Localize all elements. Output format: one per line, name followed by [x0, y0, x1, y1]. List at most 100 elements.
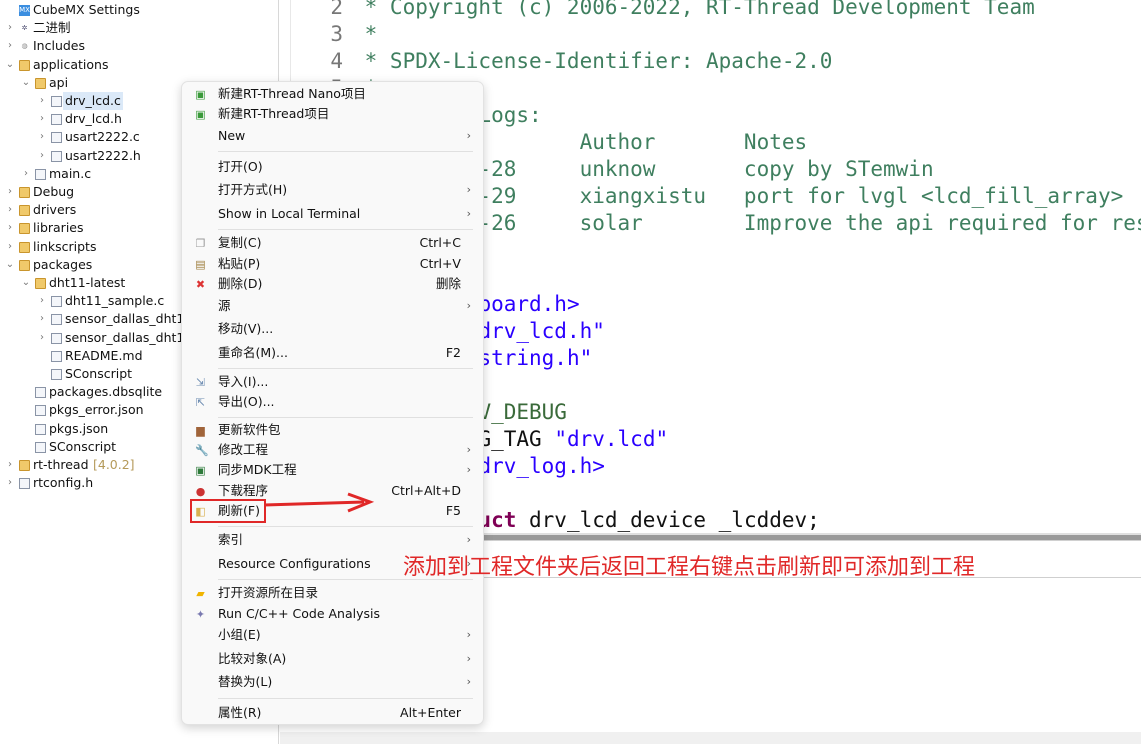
tree-item-label: usart2222.h	[65, 147, 141, 163]
folder-icon	[19, 59, 30, 71]
chevron-right-icon[interactable]: ›	[5, 219, 15, 237]
menu-item-label: 导入(I)...	[218, 374, 269, 389]
horizontal-scrollbar[interactable]	[280, 732, 1141, 744]
menu-item[interactable]: New ›	[182, 126, 483, 146]
folder-icon	[19, 241, 30, 253]
menu-item[interactable]: ▣ 新建RT-Thread Nano项目	[182, 84, 483, 104]
tree-item[interactable]: ⌄ applications	[0, 56, 278, 74]
line-number: 4	[330, 49, 343, 73]
menu-item[interactable]: 属性(R) Alt+Enter	[182, 703, 483, 723]
chevron-down-icon[interactable]: ⌄	[5, 56, 15, 74]
chevron-right-icon[interactable]: ›	[5, 19, 15, 37]
tree-item-label: pkgs.json	[49, 420, 109, 436]
menu-item[interactable]: 打开(O)	[182, 157, 483, 177]
version-decoration: [4.0.2]	[93, 457, 135, 472]
menu-item-label: 替换为(L)	[218, 674, 273, 689]
menu-item-label: 打开(O)	[218, 159, 263, 174]
chevron-down-icon[interactable]: ⌄	[21, 274, 31, 292]
tree-item[interactable]: MX CubeMX Settings	[0, 1, 278, 19]
c-file-icon	[51, 314, 62, 326]
menu-item[interactable]: 移动(V)...	[182, 319, 483, 339]
chevron-right-icon[interactable]: ›	[5, 37, 15, 55]
arrow-annotation	[264, 492, 375, 513]
chevron-right-icon[interactable]: ›	[37, 92, 47, 110]
submenu-arrow-icon: ›	[466, 129, 471, 142]
code-token: "drv.lcd"	[554, 427, 669, 451]
chevron-down-icon[interactable]: ⌄	[21, 74, 31, 92]
tree-item-label: drivers	[33, 202, 77, 218]
menu-item[interactable]: ⇲ 导入(I)...	[182, 372, 483, 392]
chevron-right-icon[interactable]: ›	[5, 183, 15, 201]
c-file-icon	[51, 296, 62, 308]
menu-item[interactable]: ▣ 新建RT-Thread项目	[182, 104, 483, 124]
menu-item-label: 修改工程	[218, 442, 269, 457]
code-token: *	[352, 22, 378, 46]
chevron-right-icon[interactable]: ›	[5, 238, 15, 256]
code-text: *	[352, 21, 378, 48]
tree-item-label: dht11_sample.c	[65, 293, 165, 309]
delete-icon: ✖	[195, 278, 206, 291]
tree-item-label: README.md	[65, 347, 143, 363]
chevron-right-icon[interactable]: ›	[5, 201, 15, 219]
menu-item[interactable]: 替换为(L) ›	[182, 672, 483, 692]
chevron-right-icon[interactable]: ›	[37, 329, 47, 347]
file-icon	[35, 387, 46, 399]
chevron-down-icon[interactable]: ⌄	[5, 256, 15, 274]
menu-item[interactable]: 打开方式(H) ›	[182, 180, 483, 200]
folder-icon	[19, 205, 30, 217]
chevron-right-icon[interactable]: ›	[37, 292, 47, 310]
chevron-right-icon[interactable]: ›	[5, 474, 15, 492]
menu-item[interactable]: 小组(E) ›	[182, 625, 483, 645]
tree-item-label: Debug	[33, 184, 75, 199]
menu-item-label: Run C/C++ Code Analysis	[218, 606, 381, 621]
tree-item-label: 二进制	[33, 20, 71, 36]
menu-item-label: 小组(E)	[218, 627, 261, 642]
tree-item-label: main.c	[49, 165, 92, 181]
folder-icon	[19, 259, 30, 271]
menu-separator	[218, 698, 473, 699]
code-token: * Copyright (c) 2006-2022, RT-Thread Dev…	[352, 0, 1035, 19]
menu-item[interactable]: ⇱ 导出(O)...	[182, 392, 483, 412]
menu-item[interactable]: ▰ 打开资源所在目录	[182, 583, 483, 603]
cubemx-icon: MX	[19, 5, 30, 16]
tree-item-label: drv_lcd.h	[65, 111, 122, 127]
menu-item[interactable]: ▤ 粘贴(P) Ctrl+V	[182, 254, 483, 274]
submenu-arrow-icon: ›	[466, 299, 471, 312]
chevron-right-icon[interactable]: ›	[37, 147, 47, 165]
tree-item[interactable]: › ◍ Includes	[0, 37, 278, 55]
menu-item[interactable]: ▆ 更新软件包	[182, 420, 483, 440]
chevron-right-icon[interactable]: ›	[21, 165, 31, 183]
tree-item-label: packages.dbsqlite	[49, 384, 163, 400]
menu-item[interactable]: Show in Local Terminal ›	[182, 204, 483, 224]
chevron-right-icon[interactable]: ›	[37, 128, 47, 146]
menu-item[interactable]: ❐ 复制(C) Ctrl+C	[182, 233, 483, 253]
file-icon	[51, 369, 62, 380]
menu-item[interactable]: 重命名(M)... F2	[182, 343, 483, 363]
menu-item[interactable]: ✖ 删除(D) 删除	[182, 274, 483, 294]
menu-item[interactable]: 比较对象(A) ›	[182, 649, 483, 669]
wrench-icon: 🔧	[195, 444, 209, 457]
chevron-right-icon[interactable]: ›	[5, 456, 15, 474]
menu-item[interactable]: ▣ 同步MDK工程 ›	[182, 460, 483, 480]
code-analysis-icon: ✦	[195, 608, 206, 621]
menu-item[interactable]: 索引 ›	[182, 530, 483, 550]
menu-item-label: 导出(O)...	[218, 394, 275, 409]
menu-item[interactable]: 源 ›	[182, 296, 483, 316]
menu-item[interactable]: 🔧 修改工程 ›	[182, 440, 483, 460]
menu-shortcut: 删除	[435, 276, 461, 291]
includes-icon: ◍	[21, 42, 28, 51]
menu-item-label: 粘贴(P)	[218, 256, 261, 271]
folder-icon	[19, 223, 30, 235]
tree-item[interactable]: › ✲ 二进制	[0, 19, 278, 37]
menu-item-label: Show in Local Terminal	[218, 206, 361, 221]
chevron-right-icon[interactable]: ›	[37, 110, 47, 128]
tree-item-label: Includes	[33, 38, 86, 54]
menu-shortcut: Ctrl+Alt+D	[391, 483, 461, 498]
tree-item-label: dht11-latest	[49, 275, 126, 290]
menu-item[interactable]: ✦ Run C/C++ Code Analysis	[182, 604, 483, 624]
tree-item-label: rtconfig.h	[33, 475, 94, 491]
package-icon: ▆	[196, 424, 205, 437]
open-folder-icon: ▰	[196, 587, 205, 600]
chevron-right-icon[interactable]: ›	[37, 310, 47, 328]
menu-item-label: 移动(V)...	[218, 321, 274, 336]
